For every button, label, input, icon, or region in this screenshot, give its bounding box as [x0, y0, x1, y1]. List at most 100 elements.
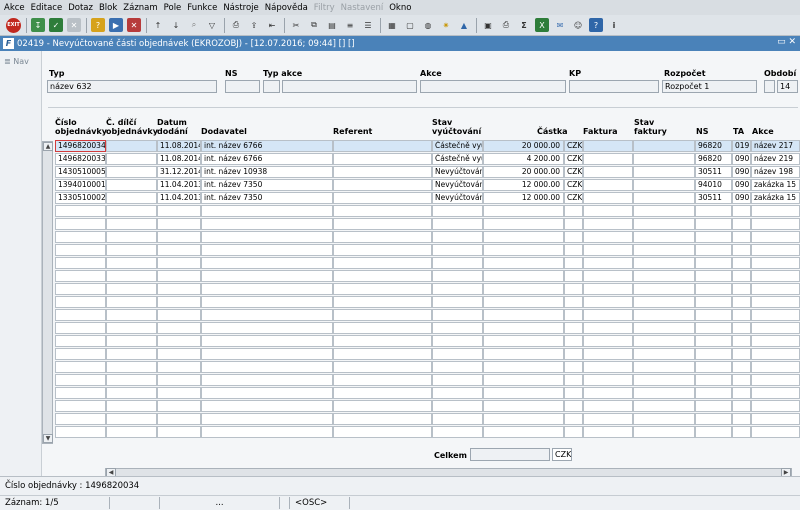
- cell-dodavatel[interactable]: [201, 348, 333, 360]
- cell-stav[interactable]: [432, 335, 483, 347]
- cell-ta[interactable]: [732, 361, 751, 373]
- cell-cislo[interactable]: [55, 205, 106, 217]
- cell-ns[interactable]: [695, 374, 732, 386]
- cell-datum[interactable]: 31.12.2014: [157, 166, 201, 178]
- cell-akce[interactable]: [751, 231, 800, 243]
- cell-stav[interactable]: [432, 244, 483, 256]
- cell-akce[interactable]: [751, 413, 800, 425]
- table-row[interactable]: 1496820033 11.08.2014 int. název 6766 Částe…: [55, 153, 800, 166]
- cell-mena[interactable]: [564, 322, 583, 334]
- cell-akce[interactable]: [751, 348, 800, 360]
- table-row[interactable]: [55, 322, 800, 335]
- cell-ta[interactable]: [732, 205, 751, 217]
- cell-mena[interactable]: [564, 218, 583, 230]
- cell-ns[interactable]: [695, 413, 732, 425]
- cell-faktura[interactable]: [583, 374, 633, 386]
- nav-panel[interactable]: ≣ Nav: [0, 51, 42, 476]
- cell-castka[interactable]: [483, 257, 564, 269]
- cell-faktura[interactable]: [583, 387, 633, 399]
- cell-cislo[interactable]: 1330510002: [55, 192, 106, 204]
- table-row[interactable]: [55, 309, 800, 322]
- menu-pole[interactable]: Pole: [164, 3, 182, 13]
- table-row[interactable]: [55, 218, 800, 231]
- cell-ns[interactable]: [695, 244, 732, 256]
- cell-dodavatel[interactable]: [201, 361, 333, 373]
- cell-dodavatel[interactable]: int. název 7350: [201, 179, 333, 191]
- cell-datum[interactable]: [157, 218, 201, 230]
- cut-icon[interactable]: ✂: [289, 18, 303, 32]
- cell-dodavatel[interactable]: [201, 387, 333, 399]
- cell-dilci[interactable]: [106, 153, 157, 165]
- cell-ns[interactable]: [695, 270, 732, 282]
- cancel-query-icon[interactable]: ✕: [127, 18, 141, 32]
- cell-stav[interactable]: Částečně vyú: [432, 153, 483, 165]
- cell-faktura[interactable]: [583, 257, 633, 269]
- obdobi-code-field[interactable]: [764, 80, 775, 93]
- print-icon[interactable]: ⎙: [229, 18, 243, 32]
- mail-icon[interactable]: ✉: [553, 18, 567, 32]
- cell-dodavatel[interactable]: [201, 296, 333, 308]
- cell-referent[interactable]: [333, 231, 432, 243]
- cell-faktura[interactable]: [583, 400, 633, 412]
- import-icon[interactable]: ⇤: [265, 18, 279, 32]
- cell-stav[interactable]: [432, 270, 483, 282]
- cell-castka[interactable]: [483, 400, 564, 412]
- cell-stavfak[interactable]: [633, 387, 695, 399]
- cell-dilci[interactable]: [106, 426, 157, 438]
- cell-faktura[interactable]: [583, 205, 633, 217]
- cell-mena[interactable]: [564, 296, 583, 308]
- cell-stavfak[interactable]: [633, 244, 695, 256]
- document-icon[interactable]: ▢: [403, 18, 417, 32]
- delete-record-icon[interactable]: ☰: [361, 18, 375, 32]
- cell-cislo[interactable]: [55, 218, 106, 230]
- cell-datum[interactable]: [157, 322, 201, 334]
- cell-stavfak[interactable]: [633, 283, 695, 295]
- cell-mena[interactable]: [564, 374, 583, 386]
- cell-datum[interactable]: [157, 374, 201, 386]
- cell-stav[interactable]: Nevyúčtováno: [432, 192, 483, 204]
- cell-ta[interactable]: [732, 231, 751, 243]
- insert-record-icon[interactable]: ≡: [343, 18, 357, 32]
- cell-ta[interactable]: [732, 387, 751, 399]
- cell-dilci[interactable]: [106, 296, 157, 308]
- cell-ta[interactable]: [732, 309, 751, 321]
- cell-faktura[interactable]: [583, 218, 633, 230]
- cell-referent[interactable]: [333, 400, 432, 412]
- cell-stav[interactable]: [432, 348, 483, 360]
- cell-castka[interactable]: [483, 218, 564, 230]
- cell-referent[interactable]: [333, 296, 432, 308]
- cell-ns[interactable]: [695, 296, 732, 308]
- cell-castka[interactable]: [483, 348, 564, 360]
- cell-castka[interactable]: 12 000.00: [483, 192, 564, 204]
- cell-ns[interactable]: [695, 283, 732, 295]
- cell-castka[interactable]: [483, 270, 564, 282]
- cell-castka[interactable]: [483, 283, 564, 295]
- cell-dilci[interactable]: [106, 335, 157, 347]
- cell-referent[interactable]: [333, 179, 432, 191]
- sum-icon[interactable]: Σ: [517, 18, 531, 32]
- cell-akce[interactable]: [751, 374, 800, 386]
- cell-faktura[interactable]: [583, 335, 633, 347]
- calendar-icon[interactable]: ▣: [481, 18, 495, 32]
- menu-akce[interactable]: Akce: [4, 3, 25, 13]
- cell-akce[interactable]: [751, 270, 800, 282]
- cell-cislo[interactable]: [55, 244, 106, 256]
- cell-dilci[interactable]: [106, 244, 157, 256]
- cell-ta[interactable]: [732, 335, 751, 347]
- table-row[interactable]: [55, 296, 800, 309]
- cell-mena[interactable]: [564, 205, 583, 217]
- cell-stav[interactable]: [432, 426, 483, 438]
- cell-mena[interactable]: CZK: [564, 179, 583, 191]
- save-icon[interactable]: ↧: [31, 18, 45, 32]
- cell-akce[interactable]: [751, 296, 800, 308]
- cell-ta[interactable]: [732, 413, 751, 425]
- cell-dodavatel[interactable]: [201, 335, 333, 347]
- cell-ns[interactable]: 30511: [695, 192, 732, 204]
- cell-datum[interactable]: [157, 348, 201, 360]
- table-row[interactable]: 1330510002 11.04.2013 int. název 7350 Nevyú…: [55, 192, 800, 205]
- cell-ta[interactable]: [732, 426, 751, 438]
- cell-castka[interactable]: [483, 426, 564, 438]
- cell-referent[interactable]: [333, 335, 432, 347]
- cell-cislo[interactable]: 1394010001: [55, 179, 106, 191]
- cell-cislo[interactable]: [55, 283, 106, 295]
